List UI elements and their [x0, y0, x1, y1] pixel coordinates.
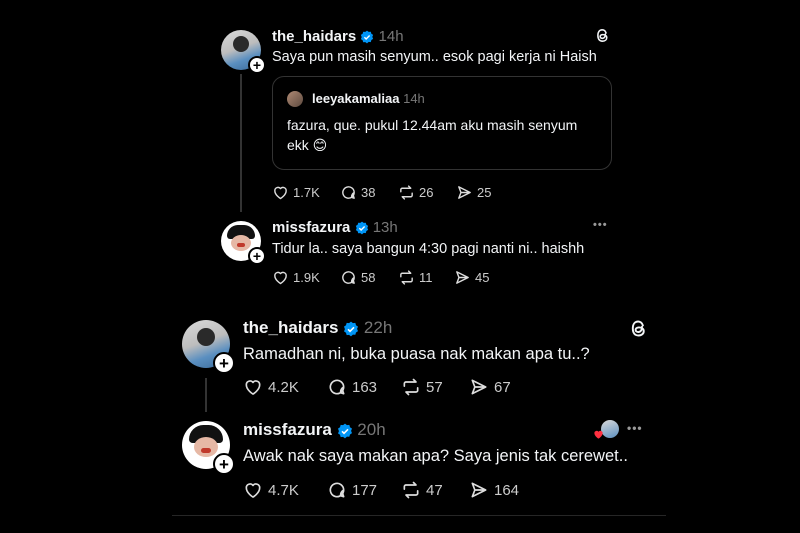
- repost-button[interactable]: 26: [398, 184, 456, 201]
- share-button[interactable]: 164: [469, 480, 529, 500]
- thread-line: [240, 74, 242, 212]
- comment-icon: [342, 271, 355, 284]
- quoted-post-card[interactable]: leeyakamaliaa 14h fazura, que. pukul 12.…: [272, 76, 612, 170]
- timestamp: 20h: [357, 420, 386, 439]
- username[interactable]: missfazura: [243, 420, 332, 439]
- repost-icon: [400, 185, 413, 200]
- like-button[interactable]: 4.7K: [243, 480, 327, 500]
- follow-plus-icon[interactable]: +: [248, 56, 266, 74]
- heart-icon: [245, 483, 261, 498]
- threads-logo-icon[interactable]: [628, 318, 649, 339]
- timestamp: 13h: [372, 219, 398, 236]
- reply-count: 163: [352, 378, 378, 396]
- reply-count: 38: [361, 185, 376, 200]
- send-icon: [456, 271, 469, 284]
- send-icon: [458, 186, 471, 199]
- repost-count: 11: [419, 270, 433, 285]
- timestamp: 14h: [378, 28, 404, 45]
- post-text: Saya pun masih senyum.. esok pagi kerja …: [272, 49, 597, 65]
- repost-button[interactable]: 47: [401, 480, 469, 500]
- comment-icon: [329, 379, 345, 395]
- username[interactable]: the_haidars: [272, 28, 356, 45]
- verified-badge-icon: [361, 30, 374, 44]
- share-button[interactable]: 67: [469, 377, 529, 397]
- like-button[interactable]: 4.2K: [243, 377, 327, 397]
- repost-icon: [403, 481, 419, 499]
- send-icon: [471, 379, 487, 395]
- repost-count: 47: [426, 481, 443, 499]
- like-button[interactable]: 1.7K: [272, 184, 340, 201]
- share-count: 45: [475, 270, 490, 285]
- like-count: 4.7K: [268, 481, 299, 499]
- action-bar: 4.2K 163 57 67: [243, 377, 529, 397]
- comment-icon: [329, 482, 345, 498]
- threads-logo-icon[interactable]: [594, 27, 611, 44]
- heart-icon: [274, 186, 287, 200]
- like-button[interactable]: 1.9K: [272, 269, 340, 286]
- follow-plus-icon[interactable]: +: [213, 352, 235, 374]
- reply-button[interactable]: 38: [340, 184, 398, 201]
- thread-line: [205, 378, 207, 412]
- repost-button[interactable]: 57: [401, 377, 469, 397]
- heart-icon: [274, 271, 287, 285]
- post-text: Ramadhan ni, buka puasa nak makan apa tu…: [243, 345, 590, 363]
- timestamp: 22h: [363, 318, 393, 337]
- share-button[interactable]: 45: [454, 269, 504, 286]
- repost-icon: [403, 378, 419, 396]
- repost-button[interactable]: 11: [398, 269, 454, 286]
- reply-count: 58: [361, 270, 376, 285]
- share-button[interactable]: 25: [456, 184, 506, 201]
- like-count: 4.2K: [268, 378, 299, 396]
- heart-icon: [594, 430, 603, 439]
- more-options-icon[interactable]: •••: [593, 219, 608, 231]
- divider: [172, 515, 666, 516]
- heart-icon: [245, 380, 261, 395]
- verified-badge-icon: [355, 221, 368, 235]
- action-bar: 4.7K 177 47 164: [243, 480, 529, 500]
- quote-timestamp: 14h: [403, 91, 425, 106]
- verified-badge-icon: [337, 423, 352, 438]
- quote-avatar: [287, 91, 303, 107]
- post-text: Awak nak saya makan apa? Saya jenis tak …: [243, 447, 628, 465]
- quote-text-line: ekk 😊: [287, 137, 328, 153]
- like-count: 1.7K: [293, 185, 320, 200]
- verified-badge-icon: [344, 321, 359, 336]
- share-count: 164: [494, 481, 520, 499]
- like-count: 1.9K: [293, 270, 320, 285]
- share-count: 25: [477, 185, 492, 200]
- username[interactable]: missfazura: [272, 219, 350, 236]
- username[interactable]: the_haidars: [243, 318, 338, 337]
- follow-plus-icon[interactable]: +: [213, 453, 235, 475]
- reply-button[interactable]: 163: [327, 377, 401, 397]
- action-bar: 1.9K 58 11 45: [272, 269, 504, 286]
- reply-button[interactable]: 177: [327, 480, 401, 500]
- repost-count: 57: [426, 378, 443, 396]
- quote-text-line: fazura, que. pukul 12.44am aku masih sen…: [287, 117, 578, 133]
- reply-button[interactable]: 58: [340, 269, 398, 286]
- comment-icon: [342, 186, 355, 199]
- share-count: 67: [494, 378, 511, 396]
- quote-username[interactable]: leeyakamaliaa: [312, 91, 399, 106]
- follow-plus-icon[interactable]: +: [248, 247, 266, 265]
- repost-count: 26: [419, 185, 434, 200]
- reply-count: 177: [352, 481, 378, 499]
- more-options-icon[interactable]: •••: [627, 421, 643, 435]
- post-text: Tidur la.. saya bangun 4:30 pagi nanti n…: [272, 241, 585, 257]
- repost-icon: [400, 270, 413, 285]
- action-bar: 1.7K 38 26 25: [272, 184, 506, 201]
- send-icon: [471, 482, 487, 498]
